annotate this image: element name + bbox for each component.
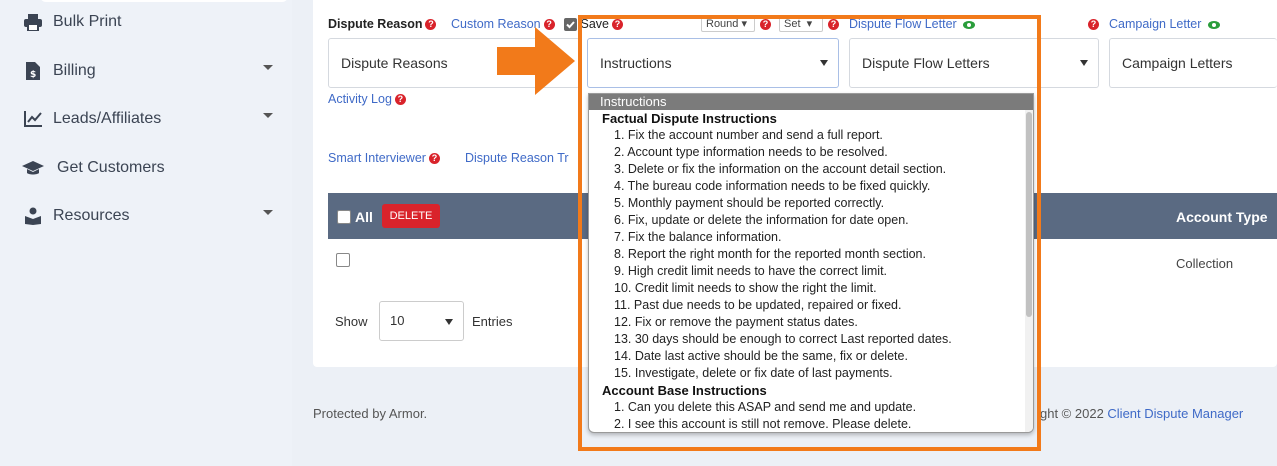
printer-icon [22,13,44,31]
chevron-down-icon [1080,60,1088,66]
sidebar-active-item-edge [40,0,288,2]
svg-text:$: $ [30,70,36,80]
chevron-down-icon [263,65,273,70]
sidebar-item-label: Get Customers [57,159,165,176]
book-reader-icon [22,207,44,225]
chevron-down-icon [263,210,273,215]
select-all-label: All [355,209,373,225]
smart-interviewer-link[interactable]: Smart Interviewer? [328,151,440,165]
campaign-letters-select[interactable]: Campaign Letters [1109,38,1277,88]
account-type-cell: Collection [1176,256,1234,271]
delete-button[interactable]: DELETE [382,204,440,228]
help-icon[interactable]: ? [394,94,406,106]
help-icon[interactable]: ? [428,153,440,165]
eye-icon[interactable] [1207,18,1220,32]
campaign-letter-link[interactable]: Campaign Letter [1109,17,1220,32]
select-all[interactable]: All [337,209,373,225]
row-checkbox[interactable] [336,253,350,267]
select-all-checkbox[interactable] [337,210,351,224]
arrow-right-icon [497,27,575,95]
sidebar-item-label: Billing [53,62,96,79]
chevron-down-icon [445,319,453,325]
sidebar-item-leads-affiliates[interactable]: Leads/Affiliates [22,104,277,134]
chevron-down-icon [263,113,273,118]
copyright-text: ght © 2022 [1040,406,1108,421]
sidebar-item-bulk-print[interactable]: Bulk Print [22,7,277,37]
brand-link[interactable]: Client Dispute Manager [1107,406,1243,421]
sidebar-item-get-customers[interactable]: Get Customers [22,153,277,183]
account-type-header[interactable]: Account Type [1176,209,1268,225]
chart-line-icon [22,111,44,127]
highlight-box [578,15,1041,451]
footer-copyright: ght © 2022 Client Dispute Manager [1040,406,1243,421]
entries-label: Entries [472,314,513,329]
sidebar-item-label: Resources [53,207,130,224]
help-icon[interactable]: ? [425,19,437,31]
sidebar: Bulk Print $ Billing Leads/Affiliates Ge… [0,0,292,466]
dispute-reason-tracker-link[interactable]: Dispute Reason Tr [465,151,569,165]
help-icon[interactable]: ? [1088,19,1099,30]
sidebar-item-billing[interactable]: $ Billing [22,56,277,86]
graduation-cap-icon [22,160,44,176]
sidebar-item-label: Leads/Affiliates [53,110,162,127]
invoice-icon: $ [22,62,44,80]
sidebar-item-resources[interactable]: Resources [22,201,277,231]
activity-log-link[interactable]: Activity Log? [328,92,406,106]
sidebar-item-label: Bulk Print [53,13,122,30]
show-label: Show [335,314,368,329]
entries-select[interactable]: 10 [379,301,464,341]
dispute-reason-label: Dispute Reason? [328,17,437,31]
footer-protected-text: Protected by Armor. [313,406,428,421]
